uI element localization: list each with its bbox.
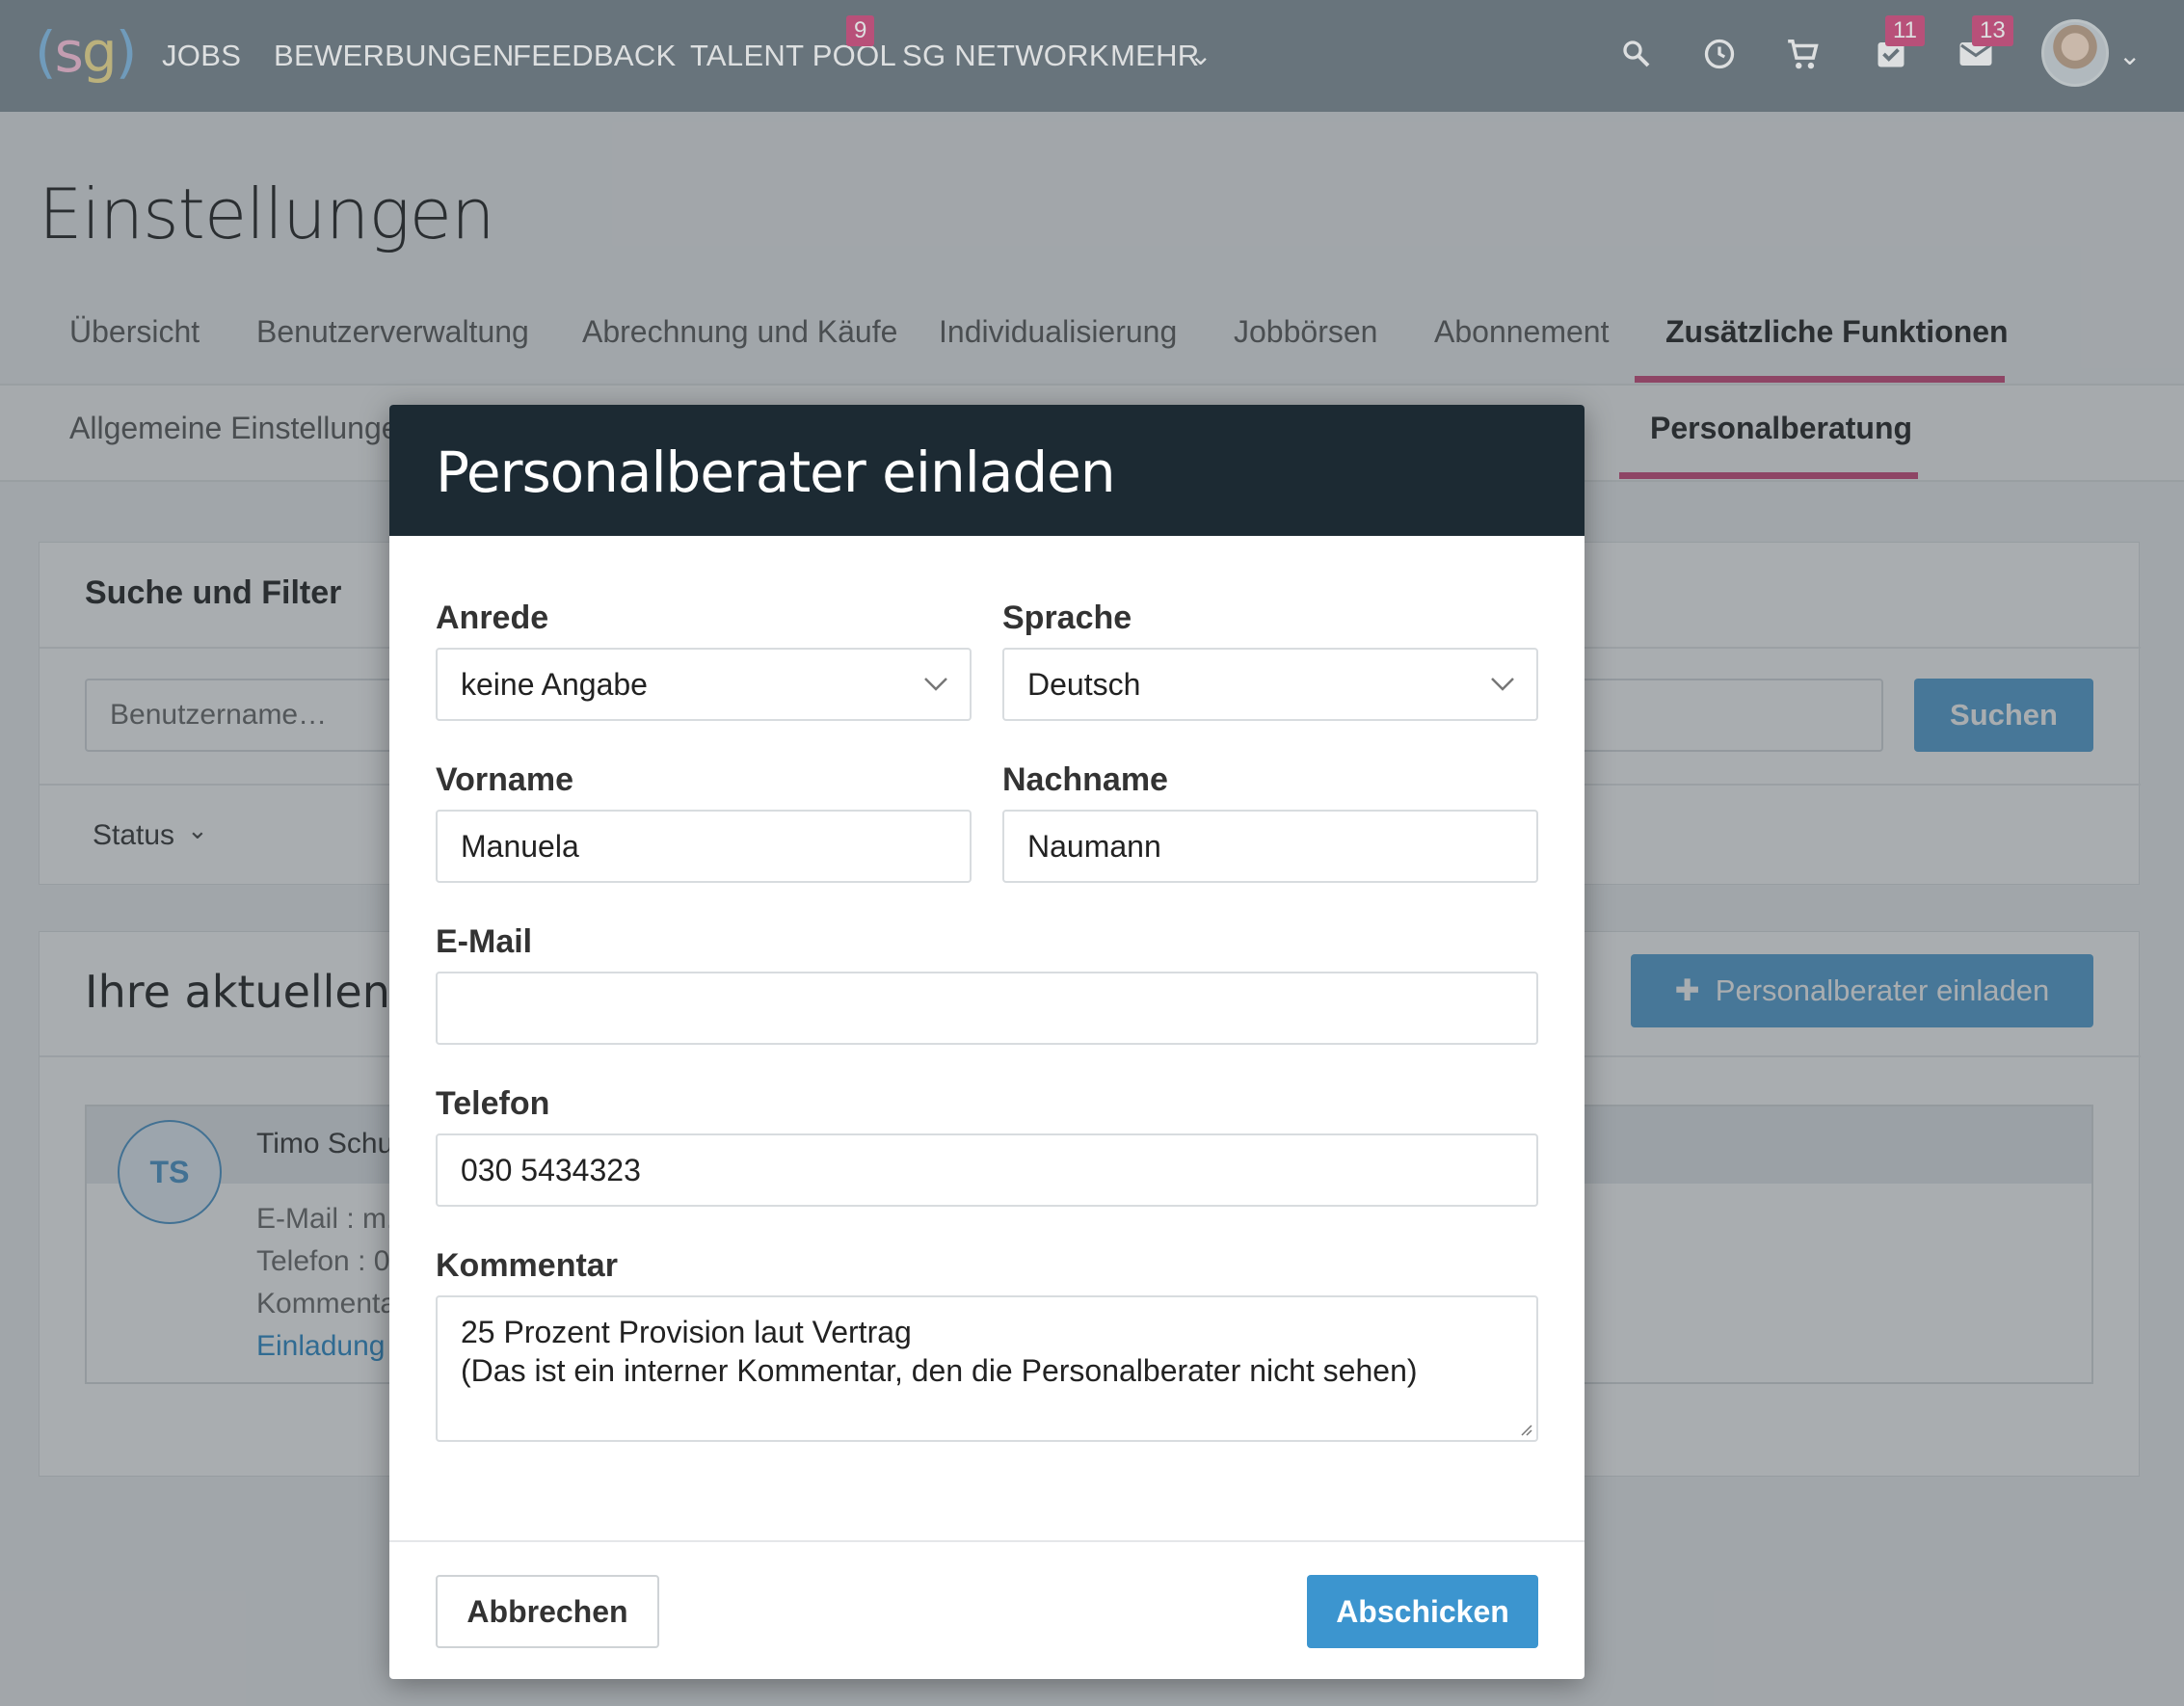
salutation-label: Anrede [436, 600, 549, 636]
salutation-value: keine Angabe [461, 667, 648, 702]
comment-line-1: 25 Prozent Provision laut Vertrag [461, 1315, 912, 1349]
resize-handle-icon[interactable] [1517, 1421, 1532, 1436]
phone-label: Telefon [436, 1085, 550, 1122]
lastname-input[interactable]: Naumann [1002, 810, 1538, 883]
email-label: E-Mail [436, 923, 533, 960]
phone-input[interactable]: 030 5434323 [436, 1133, 1538, 1207]
language-select[interactable]: Deutsch [1002, 648, 1538, 721]
email-input[interactable] [436, 972, 1538, 1045]
cancel-button[interactable]: Abbrechen [436, 1575, 659, 1648]
firstname-label: Vorname [436, 761, 573, 798]
lastname-label: Nachname [1002, 761, 1168, 798]
language-label: Sprache [1002, 600, 1132, 636]
submit-button[interactable]: Abschicken [1307, 1575, 1538, 1648]
firstname-input[interactable]: Manuela [436, 810, 972, 883]
comment-line-2: (Das ist ein interner Kommentar, den die… [461, 1353, 1418, 1388]
chevron-down-icon [1491, 678, 1514, 691]
salutation-select[interactable]: keine Angabe [436, 648, 972, 721]
comment-label: Kommentar [436, 1247, 618, 1284]
modal-header: Personalberater einladen [389, 405, 1585, 536]
nav-backdrop [0, 0, 2184, 112]
modal-title: Personalberater einladen [436, 440, 1116, 505]
language-value: Deutsch [1027, 667, 1141, 702]
chevron-down-icon [924, 678, 947, 691]
comment-textarea[interactable]: 25 Prozent Provision laut Vertrag (Das i… [436, 1295, 1538, 1442]
modal-footer-divider [389, 1540, 1585, 1542]
invite-consultant-modal: Personalberater einladen Anrede keine An… [389, 405, 1585, 1679]
